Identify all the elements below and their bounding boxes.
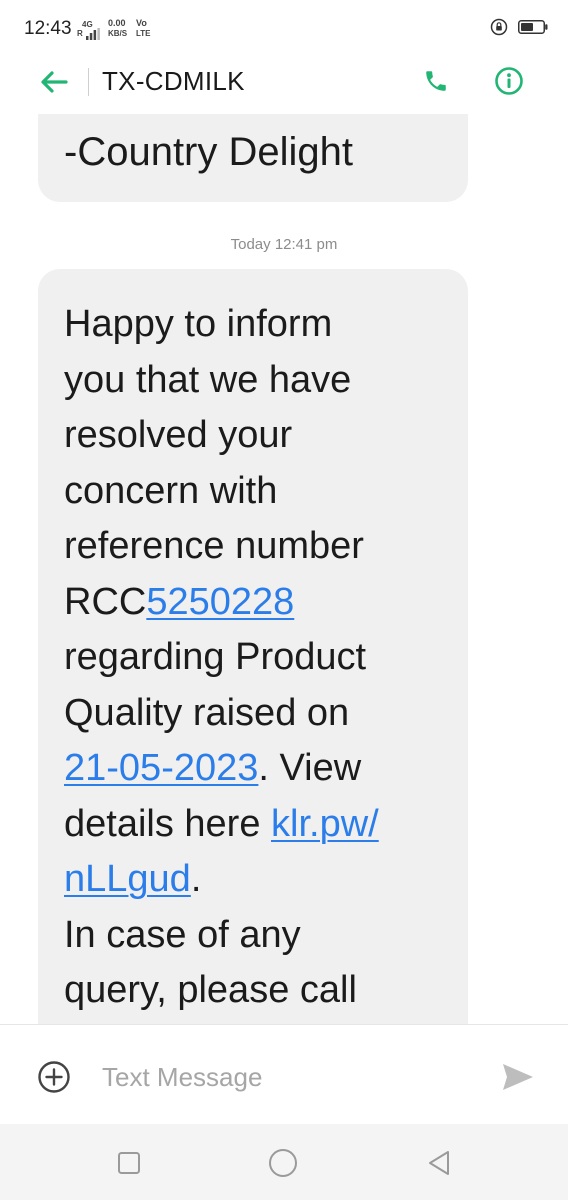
- conversation-thread[interactable]: -Country Delight Today 12:41 pm Happy to…: [0, 114, 568, 1024]
- message-line: resolved your: [64, 414, 293, 456]
- date-link[interactable]: 21-05-2023: [64, 747, 258, 789]
- home-circle-icon: [269, 1149, 297, 1177]
- back-arrow-icon: [41, 71, 68, 93]
- phone-icon: [426, 71, 446, 91]
- data-speed-value: 0.00: [108, 18, 126, 28]
- back-nav-button[interactable]: [422, 1146, 456, 1180]
- reference-prefix: RCC: [64, 580, 147, 623]
- message-bubble[interactable]: Happy to inform you that we have resolve…: [38, 269, 468, 1024]
- previous-message-text: -Country Delight: [64, 130, 354, 174]
- status-time: 12:43: [24, 18, 72, 39]
- add-attachment-button[interactable]: [36, 1059, 72, 1095]
- messaging-screen: 12:43 4G R 0.00 KB/S Vo LTE TX-CDMILK -C…: [0, 0, 568, 1200]
- message-line-date: 21-05-2023. View: [64, 741, 464, 797]
- conversation-header: TX-CDMILK: [0, 50, 568, 114]
- info-button[interactable]: [491, 63, 527, 99]
- after-date-text: . View: [258, 747, 362, 789]
- add-circle-icon: [38, 1061, 70, 1093]
- url-link-part2[interactable]: nLLgud: [64, 858, 191, 900]
- message-line: reference number: [64, 525, 364, 567]
- message-line: concern with: [64, 469, 278, 512]
- recents-square-icon: [118, 1152, 140, 1174]
- message-line: Happy to inform: [64, 303, 333, 345]
- battery-icon: [518, 20, 548, 39]
- message-line: query, please call: [64, 969, 357, 1011]
- message-line-url: nLLgud.: [64, 852, 464, 908]
- recents-button[interactable]: [112, 1146, 146, 1180]
- previous-message-bubble[interactable]: -Country Delight: [38, 114, 468, 202]
- message-timestamp: Today 12:41 pm: [230, 236, 338, 253]
- message-line-details: details here klr.pw/: [64, 797, 464, 853]
- info-icon: [495, 67, 523, 95]
- message-line: Quality raised on: [64, 691, 350, 734]
- back-button[interactable]: [36, 64, 72, 100]
- rotation-lock-icon: [490, 18, 508, 41]
- header-divider: [88, 68, 89, 96]
- volte-label-top: Vo: [136, 18, 147, 28]
- url-link-part1[interactable]: klr.pw/: [271, 803, 379, 845]
- message-body: Happy to inform you that we have resolve…: [64, 297, 464, 1019]
- message-line: In case of any: [64, 913, 301, 956]
- message-line-reference: RCC5250228: [64, 575, 464, 631]
- sender-title: TX-CDMILK: [102, 66, 245, 96]
- message-line: regarding Product: [64, 636, 367, 678]
- after-url-text: .: [190, 858, 202, 900]
- call-button[interactable]: [418, 63, 454, 99]
- send-button[interactable]: [498, 1059, 538, 1095]
- volte-label-bottom: LTE: [136, 29, 151, 38]
- message-line: you that we have: [64, 358, 352, 401]
- status-bar: 12:43 4G R 0.00 KB/S Vo LTE: [0, 0, 568, 50]
- system-nav-bar: [0, 1124, 568, 1200]
- home-button[interactable]: [266, 1146, 300, 1180]
- signal-icon: [86, 27, 100, 45]
- compose-bar: [0, 1024, 568, 1125]
- reference-number-link[interactable]: 5250228: [146, 581, 294, 623]
- send-icon: [503, 1064, 533, 1090]
- roaming-indicator: R: [77, 29, 83, 38]
- message-input[interactable]: [102, 1057, 472, 1097]
- details-prefix: details here: [64, 802, 272, 845]
- back-triangle-icon: [429, 1151, 449, 1175]
- data-speed-unit: KB/S: [108, 29, 128, 38]
- status-right-icons: [490, 18, 548, 41]
